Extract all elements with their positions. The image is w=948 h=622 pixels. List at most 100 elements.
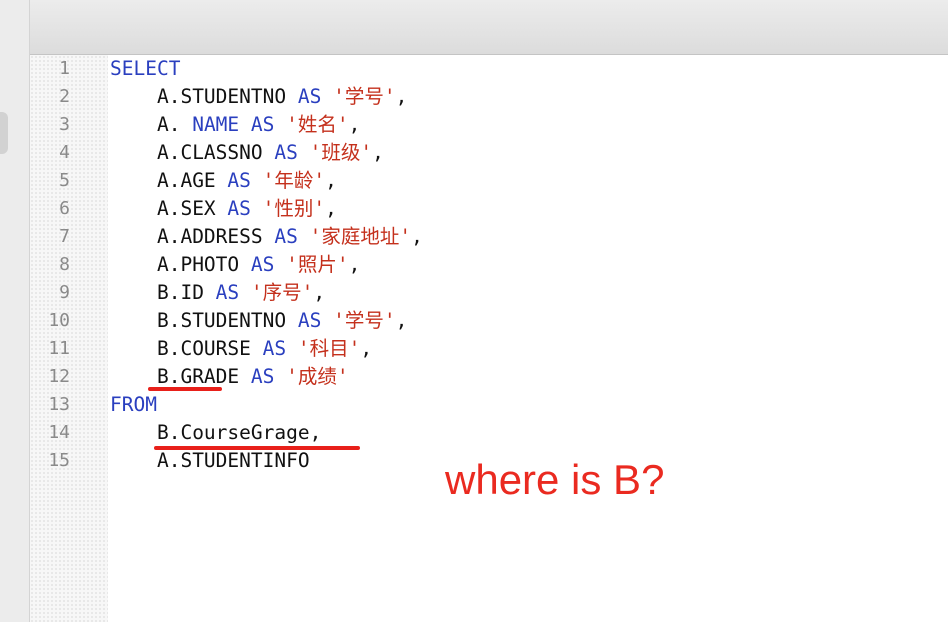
string-token: '成绩' xyxy=(286,365,349,388)
code-text: A.AGE AS '年龄', xyxy=(110,167,337,195)
code-line[interactable]: 3 A. NAME AS '姓名', xyxy=(30,111,948,139)
line-number: 14 xyxy=(48,422,70,443)
identifier-token xyxy=(251,169,263,192)
identifier-token: A.STUDENTINFO xyxy=(156,449,310,472)
identifier-token: , xyxy=(325,169,337,192)
keyword-token: AS xyxy=(250,253,275,276)
editor-toolbar xyxy=(30,0,948,55)
keyword-token: AS xyxy=(227,197,251,220)
identifier-token: , xyxy=(395,85,408,108)
keyword-token: AS xyxy=(297,85,322,108)
string-token: '照片' xyxy=(286,253,349,276)
code-text: A. NAME AS '姓名', xyxy=(110,111,360,139)
identifier-token: A. xyxy=(156,113,193,136)
string-token: '序号' xyxy=(250,281,314,304)
identifier-token: A.AGE xyxy=(156,169,228,192)
string-token: '性别' xyxy=(262,197,326,220)
code-line[interactable]: 2 A.STUDENTNO AS '学号', xyxy=(30,83,948,111)
identifier-token xyxy=(239,281,251,304)
line-number: 15 xyxy=(48,450,70,471)
code-line[interactable]: 7 A.ADDRESS AS '家庭地址', xyxy=(30,223,948,251)
line-number: 9 xyxy=(59,282,70,303)
identifier-token: B.STUDENTNO xyxy=(156,309,298,332)
keyword-token: FROM xyxy=(110,393,157,416)
string-token: '家庭地址' xyxy=(309,225,412,248)
code-line[interactable]: 6 A.SEX AS '性别', xyxy=(30,195,948,223)
sql-editor[interactable]: 1 SELECT 2 A.STUDENTNO AS '学号', 3 A. NAME A… xyxy=(30,55,948,622)
line-number: 8 xyxy=(59,254,70,275)
annotation-underline-coursegrage xyxy=(154,446,360,450)
string-token: '科目' xyxy=(297,337,361,360)
line-number: 6 xyxy=(59,198,70,219)
line-number: 10 xyxy=(48,310,70,331)
identifier-token: B.COURSE xyxy=(156,337,263,360)
code-line[interactable]: 13 FROM xyxy=(30,391,948,419)
code-text: A.CLASSNO AS '班级', xyxy=(110,139,384,167)
code-line[interactable]: 8 A.PHOTO AS '照片', xyxy=(30,251,948,279)
line-number: 12 xyxy=(48,366,70,387)
keyword-token: AS xyxy=(215,281,240,304)
identifier-token xyxy=(321,85,333,108)
identifier-token xyxy=(321,309,333,332)
identifier-token: , xyxy=(348,253,361,276)
keyword-token: SELECT xyxy=(110,57,181,80)
keyword-token: NAME AS xyxy=(192,113,275,136)
identifier-token xyxy=(286,337,298,360)
code-text: A.ADDRESS AS '家庭地址', xyxy=(110,223,423,251)
identifier-token xyxy=(274,113,286,136)
string-token: '年龄' xyxy=(262,169,326,192)
annotation-underline-grade xyxy=(148,387,222,391)
line-number: 11 xyxy=(48,338,70,359)
keyword-token: AS xyxy=(227,169,251,192)
line-number: 3 xyxy=(59,114,70,135)
keyword-token: AS xyxy=(250,365,275,388)
string-token: '姓名' xyxy=(286,113,349,136)
code-text: A.STUDENTNO AS '学号', xyxy=(110,83,407,111)
code-line[interactable]: 1 SELECT xyxy=(30,55,948,83)
identifier-token xyxy=(274,365,286,388)
keyword-token: AS xyxy=(297,309,322,332)
code-text: SELECT xyxy=(110,55,180,83)
keyword-token: AS xyxy=(274,225,298,248)
identifier-token: , xyxy=(395,309,408,332)
identifier-token: B.GRADE xyxy=(156,365,251,388)
code-text: B.GRADE AS '成绩' xyxy=(110,363,349,391)
code-line[interactable]: 5 A.AGE AS '年龄', xyxy=(30,167,948,195)
line-number: 2 xyxy=(59,86,70,107)
identifier-token: , xyxy=(360,337,373,360)
code-text: A.STUDENTINFO xyxy=(110,447,310,475)
identifier-token: B.CourseGrage, xyxy=(156,421,322,444)
line-number: 1 xyxy=(59,58,70,79)
string-token: '学号' xyxy=(333,85,396,108)
code-text: A.PHOTO AS '照片', xyxy=(110,251,360,279)
code-text: A.SEX AS '性别', xyxy=(110,195,337,223)
line-number: 7 xyxy=(59,226,70,247)
keyword-token: AS xyxy=(262,337,287,360)
code-text: B.CourseGrage, xyxy=(110,419,321,447)
code-line[interactable]: 9 B.ID AS '序号', xyxy=(30,279,948,307)
code-line[interactable]: 14 B.CourseGrage, xyxy=(30,419,948,447)
identifier-token: A.ADDRESS xyxy=(156,225,275,248)
code-line[interactable]: 10 B.STUDENTNO AS '学号', xyxy=(30,307,948,335)
identifier-token: , xyxy=(372,141,384,164)
panel-handle[interactable] xyxy=(0,112,8,154)
identifier-token xyxy=(251,197,263,220)
identifier-token: , xyxy=(411,225,423,248)
code-text: B.STUDENTNO AS '学号', xyxy=(110,307,407,335)
code-line[interactable]: 11 B.COURSE AS '科目', xyxy=(30,335,948,363)
code-line[interactable]: 4 A.CLASSNO AS '班级', xyxy=(30,139,948,167)
identifier-token: , xyxy=(325,197,337,220)
string-token: '班级' xyxy=(309,141,373,164)
keyword-token: AS xyxy=(274,141,298,164)
left-panel-strip xyxy=(0,0,30,622)
